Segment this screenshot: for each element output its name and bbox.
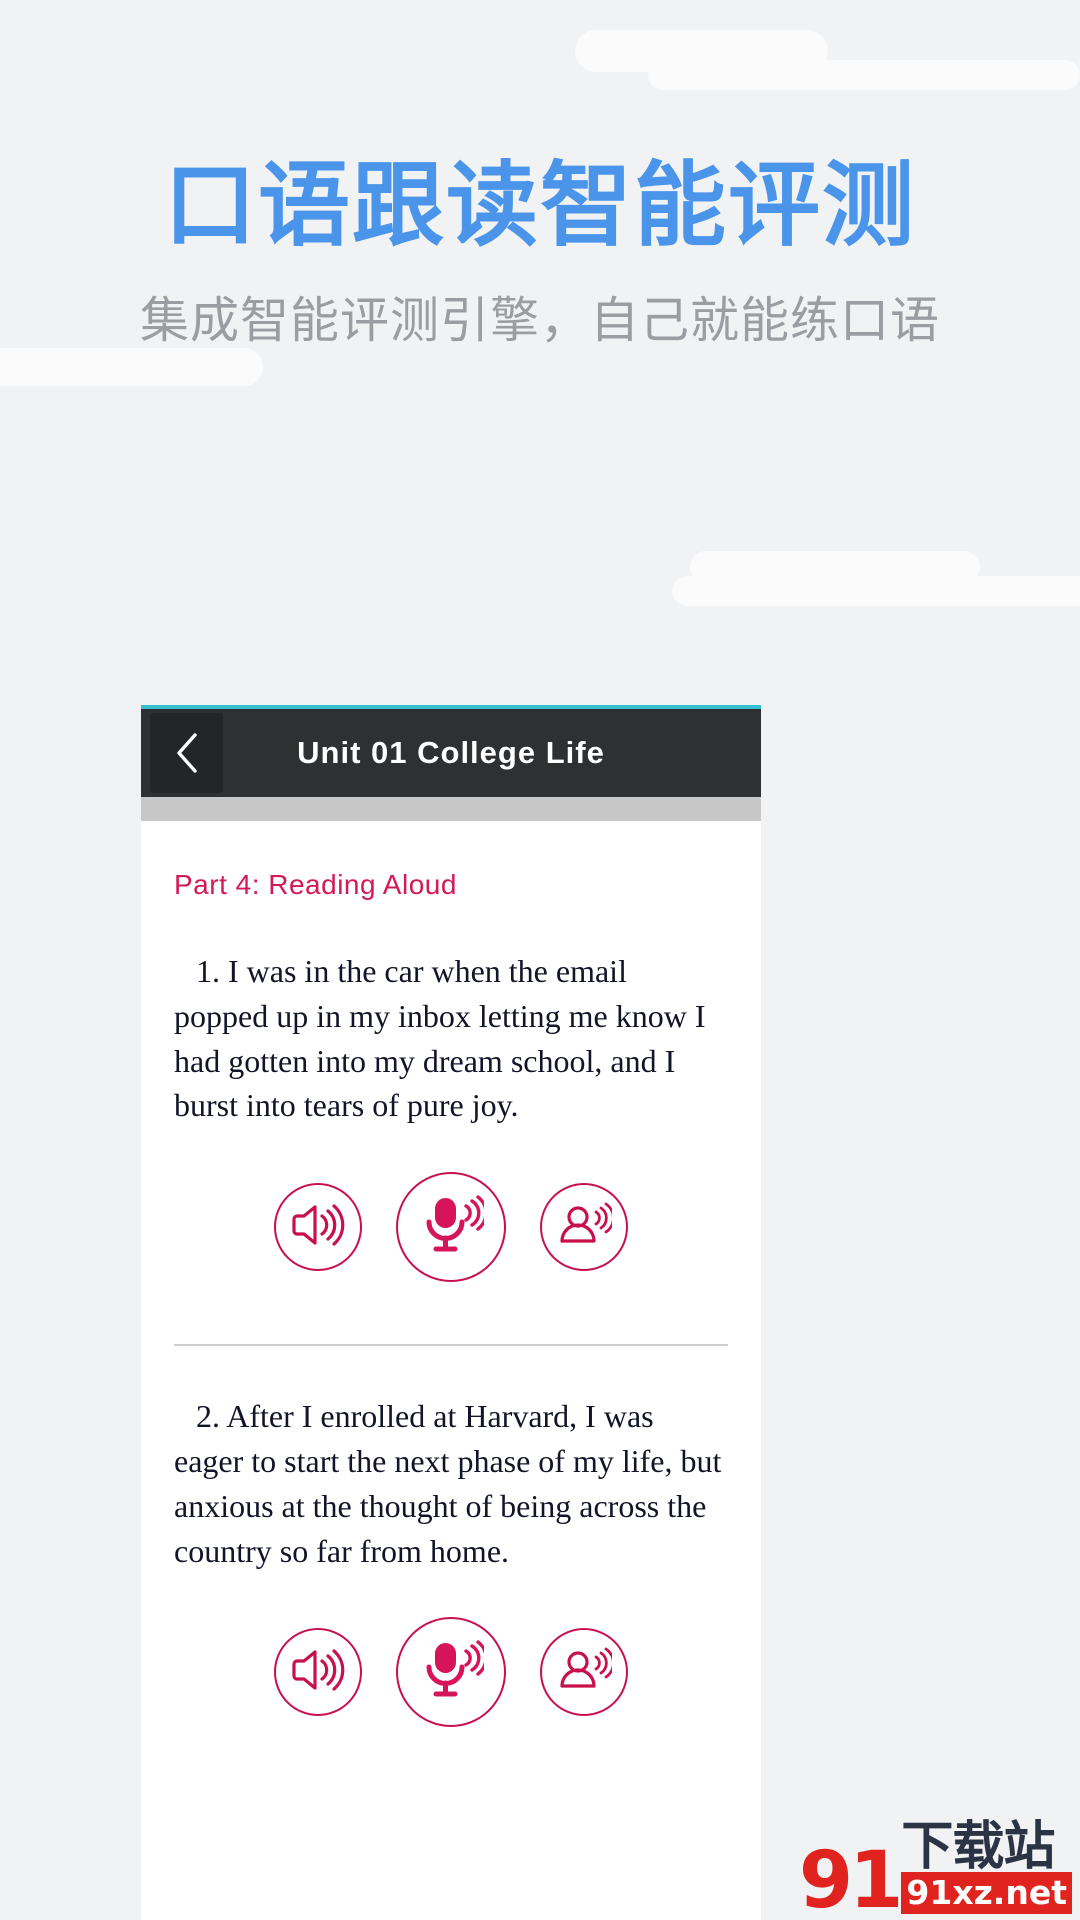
app-navbar: Unit 01 College Life [141, 709, 761, 797]
watermark-url: 91xz.net [901, 1872, 1072, 1914]
passage-text: 2. After I enrolled at Harvard, I was ea… [174, 1398, 722, 1569]
play-model-audio-button[interactable] [274, 1628, 362, 1717]
user-sound-icon [556, 1200, 615, 1255]
play-my-recording-button[interactable] [540, 1183, 628, 1272]
reading-item: 2. After I enrolled at Harvard, I was ea… [174, 1394, 728, 1728]
user-sound-icon [556, 1645, 615, 1700]
cloud-decoration-5 [672, 576, 1080, 606]
navbar-shadow-bar [141, 797, 761, 821]
item-divider [174, 1344, 728, 1347]
section-label: Part 4: Reading Aloud [174, 869, 457, 900]
cloud-decoration-2 [648, 60, 1080, 90]
chevron-left-icon [174, 732, 200, 774]
nav-title: Unit 01 College Life [297, 735, 605, 770]
watermark-site-name: 下载站 [901, 1817, 1055, 1876]
watermark-logo-mark: 91 [798, 1836, 904, 1920]
audio-controls [174, 1172, 728, 1283]
microphone-icon [418, 1639, 488, 1706]
speaker-icon [291, 1201, 345, 1254]
cloud-decoration-3 [0, 348, 263, 386]
watermark-text-group: 下载站 91xz.net [901, 1817, 1072, 1914]
site-watermark: 91 下载站 91xz.net [798, 1817, 1072, 1920]
lesson-content: Part 4: Reading Aloud 1. I was in the ca… [141, 869, 761, 1728]
back-button[interactable] [150, 713, 223, 793]
microphone-icon [418, 1194, 488, 1261]
page-subtitle: 集成智能评测引擎，自己就能练口语 [139, 294, 940, 348]
page-title: 口语跟读智能评测 [163, 155, 916, 257]
audio-controls [174, 1617, 728, 1728]
reading-item: 1. I was in the car when the email poppe… [174, 949, 728, 1283]
record-button[interactable] [396, 1172, 506, 1283]
promo-page: 口语跟读智能评测 集成智能评测引擎，自己就能练口语 Unit 01 Colleg… [0, 0, 1080, 1920]
speaker-icon [291, 1646, 345, 1699]
record-button[interactable] [396, 1617, 506, 1728]
play-model-audio-button[interactable] [274, 1183, 362, 1272]
play-my-recording-button[interactable] [540, 1628, 628, 1717]
passage-text: 1. I was in the car when the email poppe… [174, 953, 706, 1124]
phone-screenshot: Unit 01 College Life Part 4: Reading Alo… [141, 705, 761, 1920]
